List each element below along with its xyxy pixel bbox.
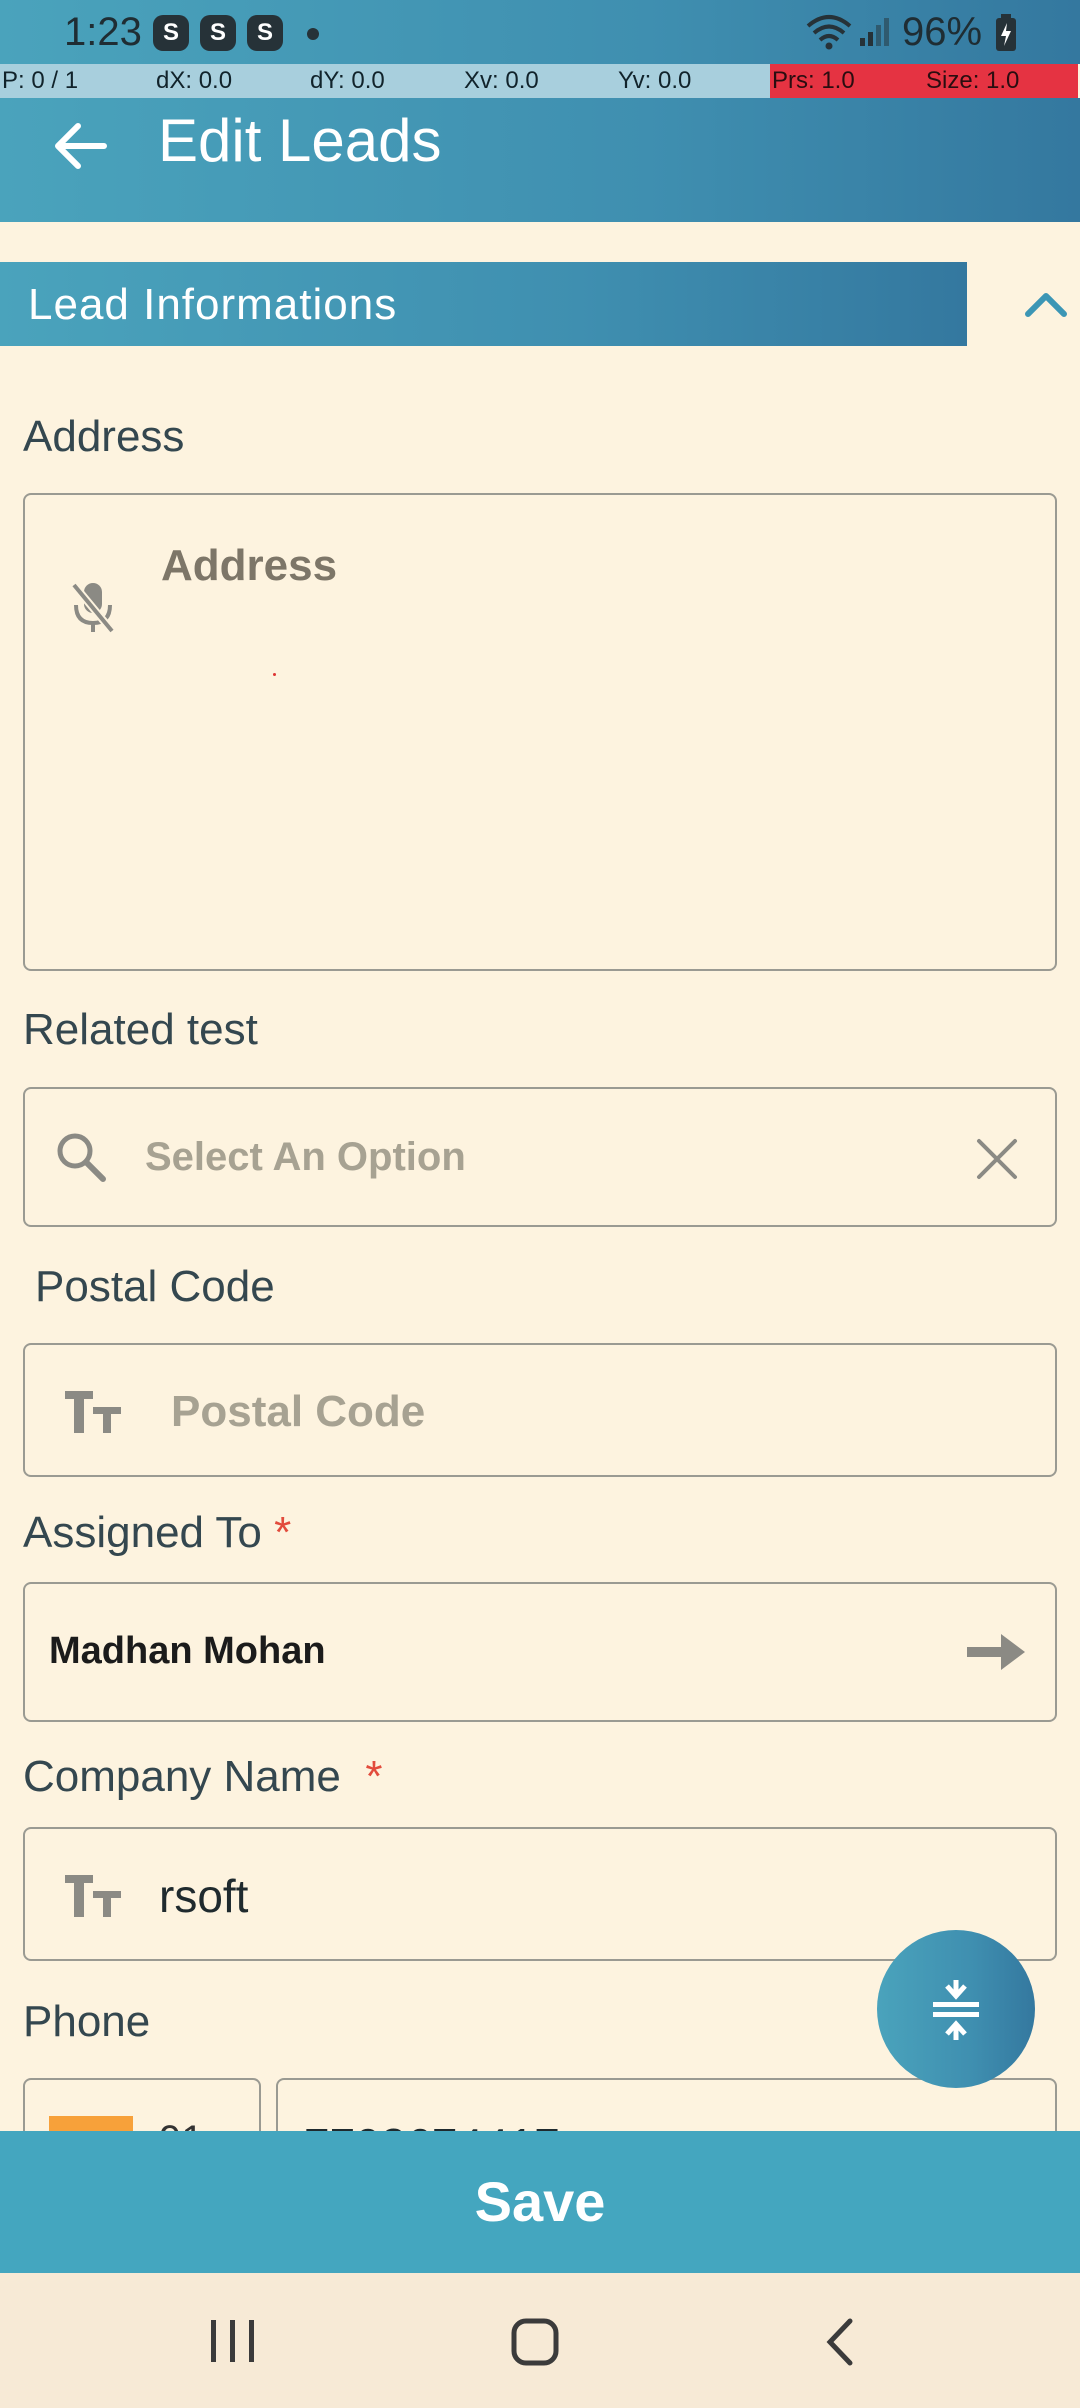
status-bar: 1:23 S S S 96% <box>0 0 1080 64</box>
pointer-dy: dY: 0.0 <box>308 64 462 98</box>
required-asterisk: * <box>274 1508 292 1557</box>
company-name-value: rsoft <box>159 1870 249 1922</box>
postal-code-placeholder: Postal Code <box>171 1387 426 1436</box>
clear-icon[interactable] <box>975 1137 1019 1181</box>
address-placeholder: Address <box>161 541 338 590</box>
notification-app-icon: S <box>200 15 236 51</box>
required-asterisk: * <box>365 1752 383 1801</box>
assigned-to-value: Madhan Mohan <box>49 1630 326 1672</box>
address-label: Address <box>23 412 185 461</box>
mic-off-icon[interactable] <box>71 581 115 635</box>
pointer-pressure: Prs: 1.0 <box>770 64 924 98</box>
text-cursor-dot <box>273 673 276 676</box>
pointer-size: Size: 1.0 <box>924 64 1078 98</box>
text-format-icon <box>65 1875 121 1917</box>
assigned-to-field[interactable]: Madhan Mohan <box>23 1582 1057 1722</box>
system-navigation-bar <box>0 2273 1080 2408</box>
collapse-all-button[interactable] <box>877 1930 1035 2088</box>
chevron-up-icon[interactable] <box>1022 284 1070 324</box>
back-arrow-icon[interactable] <box>50 120 110 172</box>
back-icon[interactable] <box>822 2317 858 2367</box>
assigned-to-label: Assigned To * <box>23 1508 291 1558</box>
assigned-to-label-text: Assigned To <box>23 1508 262 1557</box>
company-name-input[interactable]: rsoft <box>23 1827 1057 1961</box>
pointer-xv: Xv: 0.0 <box>462 64 616 98</box>
notification-app-icon: S <box>247 15 283 51</box>
address-textarea[interactable]: Address <box>23 493 1057 971</box>
phone-label: Phone <box>23 1997 151 2046</box>
signal-icon <box>860 18 889 46</box>
battery-percent: 96% <box>902 10 983 54</box>
notification-app-icon: S <box>153 15 189 51</box>
search-icon <box>57 1133 106 1182</box>
pointer-count: P: 0 / 1 <box>0 64 154 98</box>
status-time: 1:23 <box>64 10 142 54</box>
recent-apps-icon[interactable] <box>205 2318 261 2364</box>
section-header[interactable]: Lead Informations <box>0 262 967 346</box>
pointer-dx: dX: 0.0 <box>154 64 308 98</box>
collapse-icon <box>933 1980 979 2040</box>
pointer-location-bar: P: 0 / 1 dX: 0.0 dY: 0.0 Xv: 0.0 Yv: 0.0… <box>0 64 1080 98</box>
battery-charging-icon <box>996 14 1016 51</box>
company-name-label: Company Name * <box>23 1752 382 1802</box>
app-bar: Edit Leads <box>0 98 1080 222</box>
postal-code-input[interactable]: Postal Code <box>23 1343 1057 1477</box>
related-test-placeholder: Select An Option <box>145 1135 466 1179</box>
text-format-icon <box>65 1391 121 1433</box>
page-title: Edit Leads <box>158 107 442 174</box>
related-test-label: Related test <box>23 1005 258 1054</box>
company-name-label-text: Company Name <box>23 1752 341 1801</box>
section-title: Lead Informations <box>28 280 398 329</box>
wifi-icon <box>806 15 852 50</box>
more-notifications-dot <box>307 28 319 40</box>
related-test-select[interactable]: Select An Option <box>23 1087 1057 1227</box>
save-button[interactable]: Save <box>0 2131 1080 2273</box>
pointer-yv: Yv: 0.0 <box>616 64 770 98</box>
save-button-label: Save <box>474 2170 606 2233</box>
home-icon[interactable] <box>510 2317 560 2367</box>
postal-code-label: Postal Code <box>35 1262 275 1311</box>
arrow-right-icon[interactable] <box>963 1630 1029 1674</box>
